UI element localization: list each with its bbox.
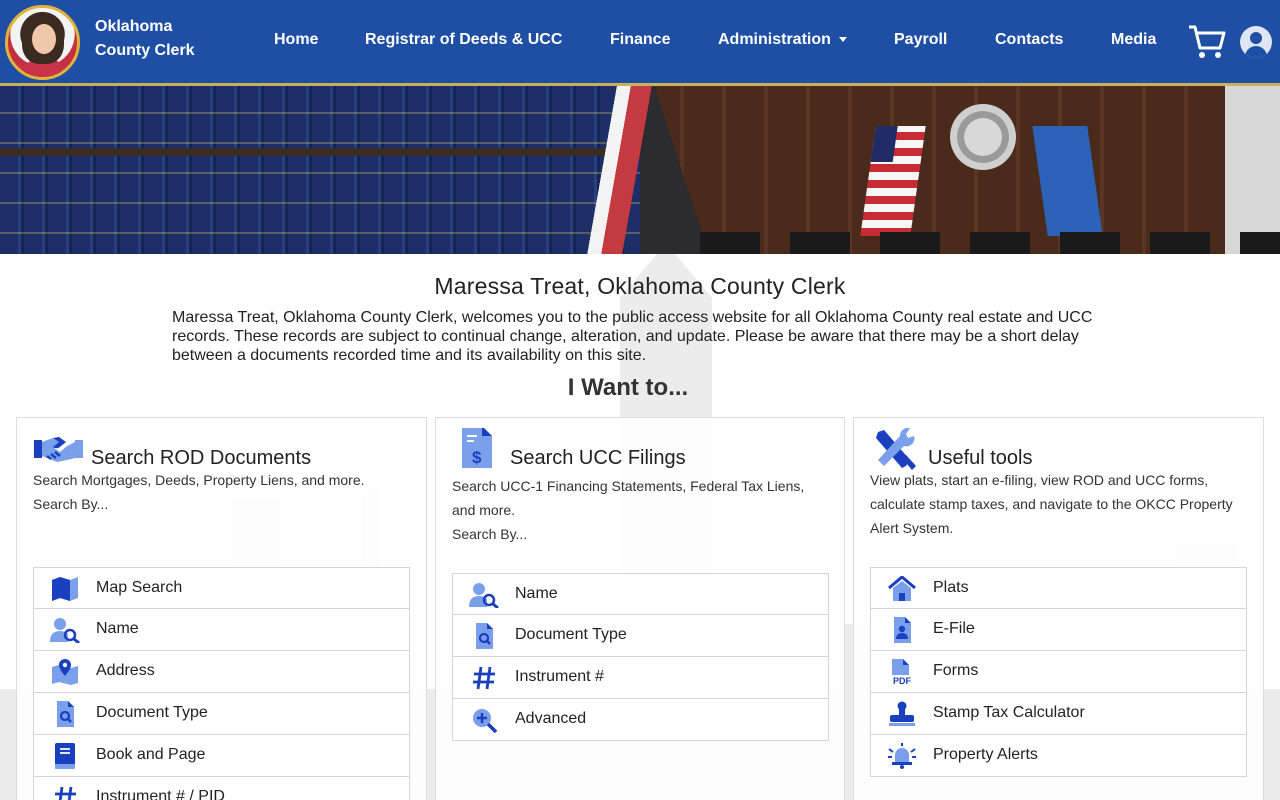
rod-instrument-pid-search-link[interactable]: Instrument # / PID bbox=[33, 777, 410, 800]
person-search-icon bbox=[50, 617, 80, 645]
efile-link[interactable]: E-File bbox=[870, 609, 1247, 651]
item-label: Map Search bbox=[96, 579, 183, 596]
item-label: Document Type bbox=[515, 626, 627, 643]
rod-search-options: Map Search Name Address Document Type Bo… bbox=[33, 567, 410, 800]
hero-banner bbox=[0, 86, 1280, 254]
person-search-icon bbox=[469, 582, 499, 610]
item-label: Name bbox=[96, 620, 139, 637]
site-brand[interactable]: Oklahoma County Clerk bbox=[95, 15, 225, 63]
svg-text:PDF: PDF bbox=[893, 676, 912, 685]
nav-home[interactable]: Home bbox=[274, 31, 318, 49]
handshake-icon bbox=[33, 428, 85, 468]
house-icon bbox=[887, 575, 917, 602]
search-by-label: Search By... bbox=[33, 496, 109, 512]
item-label: Document Type bbox=[96, 704, 208, 721]
item-label: Stamp Tax Calculator bbox=[933, 704, 1085, 721]
forms-link[interactable]: PDF Forms bbox=[870, 651, 1247, 693]
clerk-avatar[interactable] bbox=[5, 5, 80, 80]
hash-icon bbox=[469, 665, 499, 691]
rod-book-and-page-search-link[interactable]: Book and Page bbox=[33, 735, 410, 777]
hash-icon bbox=[50, 785, 80, 800]
stamp-icon bbox=[887, 701, 917, 727]
nav-registrar-of-deeds-ucc[interactable]: Registrar of Deeds & UCC bbox=[365, 31, 562, 49]
item-label: Plats bbox=[933, 579, 969, 596]
nav-administration-label: Administration bbox=[718, 31, 831, 48]
card-description: Search UCC-1 Financing Statements, Feder… bbox=[452, 478, 805, 518]
nav-media[interactable]: Media bbox=[1111, 31, 1156, 49]
bell-alert-icon bbox=[887, 743, 917, 769]
pdf-icon: PDF bbox=[887, 659, 917, 686]
nav-payroll[interactable]: Payroll bbox=[894, 31, 947, 49]
stamp-tax-calculator-link[interactable]: Stamp Tax Calculator bbox=[870, 693, 1247, 735]
item-label: Property Alerts bbox=[933, 746, 1038, 763]
item-label: Address bbox=[96, 662, 155, 679]
rod-map-search-link[interactable]: Map Search bbox=[33, 567, 410, 609]
document-search-icon bbox=[50, 701, 80, 727]
section-heading: I Want to... bbox=[567, 374, 689, 401]
book-icon bbox=[50, 743, 80, 769]
rod-document-type-search-link[interactable]: Document Type bbox=[33, 693, 410, 735]
ucc-search-options: Name Document Type Instrument # Advanced bbox=[452, 573, 829, 741]
page-title: Maressa Treat, Oklahoma County Clerk bbox=[434, 273, 846, 299]
cart-icon[interactable] bbox=[1187, 24, 1227, 60]
item-label: Instrument # bbox=[515, 668, 604, 685]
svg-text:$: $ bbox=[472, 448, 482, 467]
map-pin-icon bbox=[50, 659, 80, 685]
tools-options: Plats E-File PDF Forms Stamp Tax Calcula… bbox=[870, 567, 1247, 777]
dollar-document-icon: $ bbox=[452, 426, 504, 470]
plats-link[interactable]: Plats bbox=[870, 567, 1247, 609]
card-useful-tools: Useful tools View plats, start an e-fili… bbox=[853, 417, 1264, 800]
item-label: Instrument # / PID bbox=[96, 788, 225, 800]
nav-administration[interactable]: Administration bbox=[718, 31, 847, 49]
item-label: Name bbox=[515, 585, 558, 602]
ucc-advanced-search-link[interactable]: Advanced bbox=[452, 699, 829, 741]
intro-paragraph: Maressa Treat, Oklahoma County Clerk, we… bbox=[172, 309, 1093, 364]
rod-address-search-link[interactable]: Address bbox=[33, 651, 410, 693]
item-label: Advanced bbox=[515, 710, 587, 727]
ucc-instrument-search-link[interactable]: Instrument # bbox=[452, 657, 829, 699]
ucc-document-type-search-link[interactable]: Document Type bbox=[452, 615, 829, 657]
card-title: Search UCC Filings bbox=[510, 447, 686, 469]
nav-finance[interactable]: Finance bbox=[610, 31, 670, 49]
tools-icon bbox=[870, 427, 922, 470]
property-alerts-link[interactable]: Property Alerts bbox=[870, 735, 1247, 777]
item-label: Forms bbox=[933, 662, 979, 679]
card-title: Useful tools bbox=[928, 447, 1033, 469]
map-icon bbox=[50, 576, 80, 602]
search-by-label: Search By... bbox=[452, 526, 528, 542]
item-label: E-File bbox=[933, 620, 975, 637]
site-header: Oklahoma County Clerk Home Registrar of … bbox=[0, 0, 1280, 86]
user-account-icon[interactable] bbox=[1240, 26, 1272, 58]
file-person-icon bbox=[887, 617, 917, 643]
rod-name-search-link[interactable]: Name bbox=[33, 609, 410, 651]
card-description: View plats, start an e-filing, view ROD … bbox=[870, 472, 1233, 536]
card-title: Search ROD Documents bbox=[91, 447, 312, 469]
nav-contacts[interactable]: Contacts bbox=[995, 31, 1063, 49]
chevron-down-icon bbox=[838, 37, 847, 43]
card-description: Search Mortgages, Deeds, Property Liens,… bbox=[33, 472, 365, 488]
zoom-plus-icon bbox=[469, 707, 499, 734]
item-label: Book and Page bbox=[96, 746, 206, 763]
ucc-name-search-link[interactable]: Name bbox=[452, 573, 829, 615]
card-search-rod: Search ROD Documents Search Mortgages, D… bbox=[16, 417, 427, 800]
document-search-icon bbox=[469, 623, 499, 649]
card-search-ucc: $ Search UCC Filings Search UCC-1 Financ… bbox=[435, 417, 845, 800]
